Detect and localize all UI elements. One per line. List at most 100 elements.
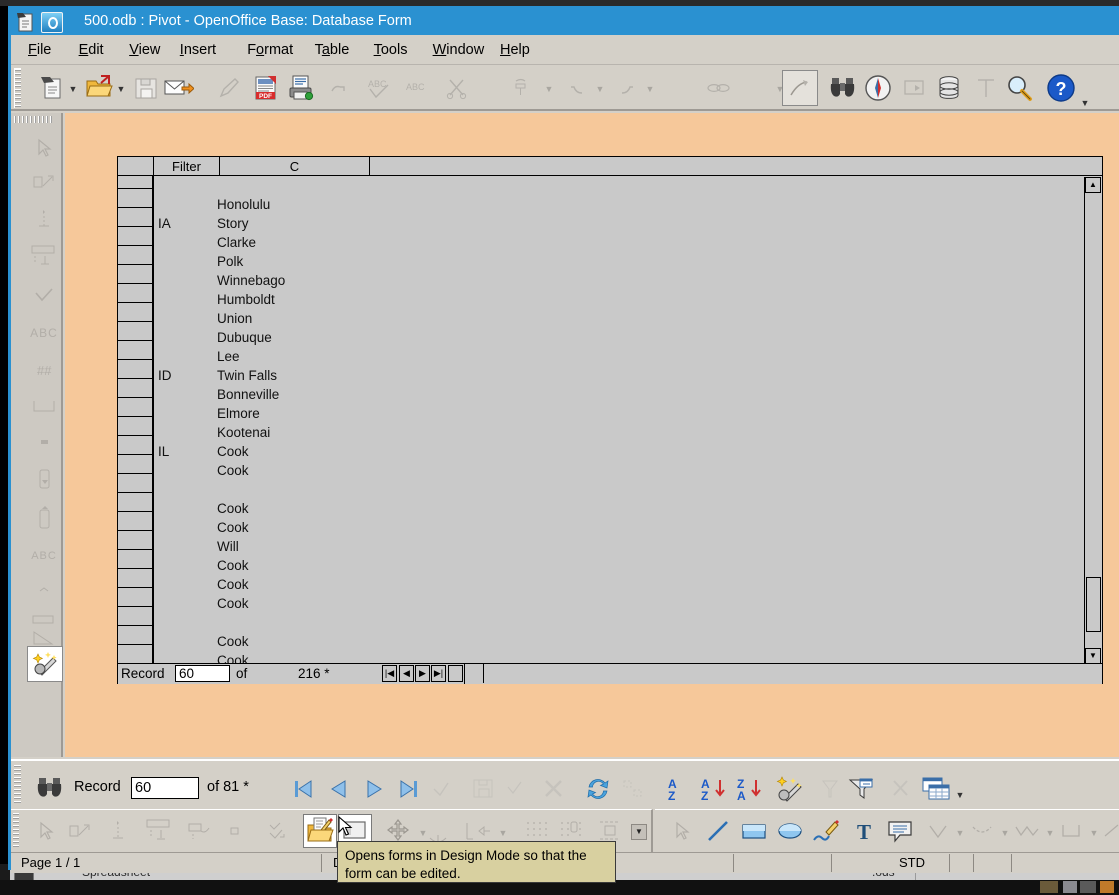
combo-box-button[interactable] [25, 501, 63, 535]
undo-data-entry-button[interactable] [498, 774, 532, 804]
pattern-field-button[interactable]: ABC [25, 539, 63, 573]
ellipse-button[interactable] [773, 814, 807, 848]
grid-cell-c[interactable]: Lee [217, 347, 240, 366]
block-arrows-dropdown[interactable]: ▼ [1045, 828, 1055, 838]
form-nav-overflow-button[interactable]: ▼ [955, 790, 965, 800]
grid-row-selector[interactable] [118, 265, 153, 284]
table-control[interactable]: Filter C Honolulu IA Story Clarke Polk Winneb… [117, 156, 1103, 684]
next-record-button[interactable] [357, 774, 391, 804]
grid-row-selector[interactable] [118, 531, 153, 550]
rectangle-button[interactable] [737, 814, 771, 848]
grid-vertical-scrollbar[interactable]: ▲ ▼ [1084, 177, 1101, 664]
form-properties-button[interactable] [141, 814, 175, 848]
grid-cell-c[interactable]: Cook [217, 651, 249, 663]
clone-formatting-button[interactable] [503, 70, 539, 106]
open-in-design-mode-button[interactable] [303, 814, 337, 848]
redo-dropdown[interactable]: ▼ [645, 84, 655, 94]
grid-cell-c[interactable]: Story [217, 214, 249, 233]
sort-descending-button[interactable]: ZA [733, 774, 767, 804]
grid-row-selector[interactable] [118, 645, 153, 663]
grid-body[interactable]: Honolulu IA Story Clarke Polk Winnebago Humbol… [118, 176, 1102, 663]
autospellcheck-button[interactable]: ABC [399, 70, 435, 106]
find-and-replace-button[interactable] [825, 70, 861, 106]
grid-next-record-button[interactable]: ▶ [415, 665, 430, 682]
new-document-dropdown[interactable]: ▼ [68, 84, 78, 94]
grid-cell-filter[interactable]: ID [158, 366, 172, 385]
grid-cell-c[interactable]: Honolulu [217, 195, 270, 214]
scrollbar-thumb[interactable] [1086, 577, 1101, 632]
form-based-filter-button[interactable] [844, 774, 878, 804]
delete-record-button[interactable] [537, 774, 571, 804]
edit-file-button[interactable] [211, 70, 247, 106]
form-wizards-button[interactable] [27, 646, 63, 682]
grid-row-selector[interactable] [118, 455, 153, 474]
text-box-button[interactable] [25, 239, 63, 273]
print-preview-button[interactable] [321, 70, 357, 106]
scroll-down-button[interactable]: ▼ [1085, 648, 1101, 664]
grid-cell-c[interactable]: Cook [217, 575, 249, 594]
symbol-shapes-button[interactable] [965, 814, 999, 848]
grid-cell-c[interactable]: Winnebago [217, 271, 285, 290]
form-nav-drag-handle[interactable] [14, 765, 21, 805]
grid-record-input[interactable]: 60 [175, 665, 230, 682]
label-field-button[interactable] [25, 202, 63, 236]
grid-row-selector[interactable] [118, 550, 153, 569]
open-document-button[interactable] [81, 70, 117, 106]
send-email-button[interactable] [161, 70, 197, 106]
stars-button[interactable] [1097, 814, 1119, 848]
spelling-button[interactable]: ABC [361, 70, 397, 106]
design-toolbar-drag-handle[interactable] [13, 813, 19, 849]
grid-row-selector[interactable] [118, 227, 153, 246]
grid-cell-c[interactable]: Cook [217, 461, 249, 480]
menu-item-edit[interactable]: Edit [74, 41, 109, 59]
form-search-button[interactable] [33, 773, 67, 803]
grid-row-selector[interactable] [118, 398, 153, 417]
line-button[interactable] [701, 814, 735, 848]
check-box-button[interactable] [25, 278, 63, 312]
data-source-as-table-button[interactable] [919, 774, 953, 804]
grid-cell-c[interactable]: Cook [217, 632, 249, 651]
grid-row-selector[interactable] [118, 512, 153, 531]
grid-row-selector[interactable] [118, 208, 153, 227]
grid-row-selector[interactable] [118, 176, 153, 189]
block-arrows-button[interactable] [1010, 814, 1044, 848]
grid-row-selector[interactable] [118, 569, 153, 588]
new-document-button[interactable] [33, 70, 69, 106]
sort-ascending-button[interactable]: AZ [697, 774, 731, 804]
grid-row-selector[interactable] [118, 493, 153, 512]
last-record-button[interactable] [392, 774, 426, 804]
activation-order-button[interactable] [261, 814, 295, 848]
grid-cell-c[interactable]: Clarke [217, 233, 256, 252]
autofilter-button[interactable] [773, 774, 807, 804]
grid-row-selector[interactable] [118, 379, 153, 398]
drawing-select-button[interactable] [665, 814, 699, 848]
basic-shapes-button[interactable] [921, 814, 955, 848]
gallery-button[interactable] [896, 70, 932, 106]
menu-item-file[interactable]: File [23, 41, 56, 59]
grid-row-selector[interactable] [118, 626, 153, 645]
scroll-up-button[interactable]: ▲ [1085, 177, 1101, 193]
grid-cell-c[interactable]: Cook [217, 442, 249, 461]
grid-previous-record-button[interactable]: ◀ [399, 665, 414, 682]
grid-first-record-button[interactable]: |◀ [382, 665, 397, 682]
menu-item-format[interactable]: Format [242, 41, 298, 59]
formatting-marks-button[interactable] [968, 70, 1004, 106]
align-dropdown[interactable]: ▼ [498, 828, 508, 838]
grid-row-selector[interactable] [118, 607, 153, 626]
grid-cell-filter[interactable]: IL [158, 442, 169, 461]
basic-shapes-dropdown[interactable]: ▼ [955, 828, 965, 838]
grid-header-selector[interactable] [118, 157, 154, 175]
grid-header-filter[interactable]: Filter [154, 157, 220, 175]
cut-button[interactable] [439, 70, 475, 106]
title-bar[interactable]: 500.odb : Pivot - OpenOffice Base: Datab… [11, 9, 1119, 35]
menu-item-tools[interactable]: Tools [369, 41, 413, 59]
help-button[interactable]: ? [1043, 70, 1079, 106]
grid-row-selector[interactable] [118, 246, 153, 265]
toolbar-overflow-button[interactable]: ▼ [1080, 98, 1090, 108]
refresh-button[interactable] [581, 774, 615, 804]
grid-row-selector[interactable] [118, 284, 153, 303]
data-sources-button[interactable] [931, 70, 967, 106]
grid-cell-filter[interactable]: IA [158, 214, 171, 233]
grid-header-c[interactable]: C [220, 157, 370, 175]
callouts-button[interactable] [883, 814, 917, 848]
